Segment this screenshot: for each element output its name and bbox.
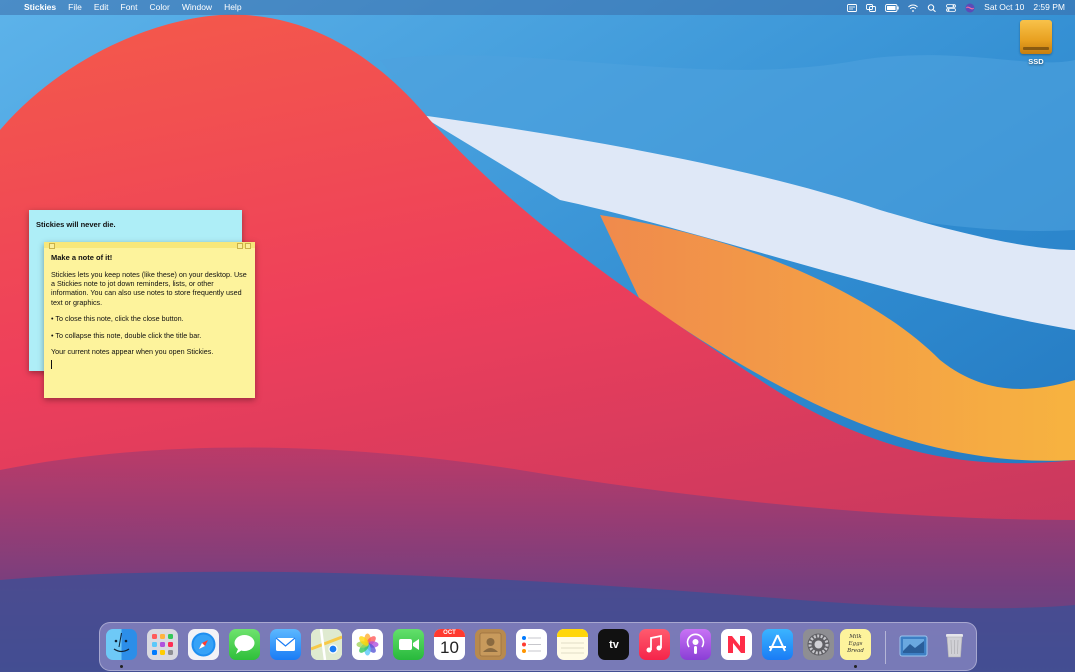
app-menu-stickies[interactable]: Stickies: [18, 0, 62, 15]
input-menu-icon[interactable]: [847, 3, 858, 12]
menu-file[interactable]: File: [62, 0, 88, 15]
downloads-folder-icon[interactable]: [898, 629, 929, 660]
notes-icon[interactable]: [557, 629, 588, 660]
system-preferences-icon[interactable]: [803, 629, 834, 660]
menu-bar-date[interactable]: Sat Oct 10: [984, 0, 1024, 15]
apple-tv-icon[interactable]: tv: [598, 629, 629, 660]
menu-color[interactable]: Color: [144, 0, 176, 15]
screen-mirroring-icon[interactable]: [866, 3, 877, 12]
siri-icon[interactable]: [965, 3, 975, 13]
hard-drive-icon: [1020, 20, 1052, 54]
trash-icon[interactable]: [939, 629, 970, 660]
ssd-drive-desktop-icon[interactable]: SSD: [1014, 20, 1058, 66]
menu-bar-time[interactable]: 2:59 PM: [1033, 0, 1065, 15]
close-button-icon[interactable]: [49, 243, 55, 249]
ssd-label: SSD: [1028, 57, 1044, 66]
maps-icon[interactable]: [311, 629, 342, 660]
sticky-note-title-bar[interactable]: [44, 242, 255, 249]
control-center-icon[interactable]: [946, 3, 957, 12]
facetime-icon[interactable]: [393, 629, 424, 660]
menu-bar-status-area: Sat Oct 10 2:59 PM: [847, 0, 1065, 15]
music-icon[interactable]: [639, 629, 670, 660]
menu-window[interactable]: Window: [176, 0, 218, 15]
stickies-line: Eggs: [848, 641, 863, 647]
running-indicator-finder: [120, 665, 123, 668]
stickies-line: Milk: [849, 634, 862, 640]
stickies-line: Bread: [847, 648, 864, 654]
sticky-note-blue-text[interactable]: Stickies will never die.: [29, 210, 242, 239]
menu-bar: Stickies File Edit Font Color Window Hel…: [0, 0, 1075, 15]
mail-icon[interactable]: [270, 629, 301, 660]
sticky-note-yellow[interactable]: Make a note of it! Stickies lets you kee…: [44, 242, 255, 398]
spotlight-icon[interactable]: [927, 3, 937, 12]
menu-help[interactable]: Help: [218, 0, 247, 15]
note-title: Make a note of it!: [51, 253, 113, 262]
podcasts-icon[interactable]: [680, 629, 711, 660]
photos-icon[interactable]: [352, 629, 383, 660]
running-indicator-stickies: [854, 665, 857, 668]
dock-separator: [885, 631, 886, 664]
battery-icon[interactable]: [885, 3, 899, 12]
text-caret: [51, 360, 52, 370]
collapse-button-icon[interactable]: [245, 243, 251, 249]
app-store-icon[interactable]: [762, 629, 793, 660]
note-bullet-close: • To close this note, click the close bu…: [51, 314, 184, 324]
finder-icon[interactable]: [106, 629, 137, 660]
zoom-button-icon[interactable]: [237, 243, 243, 249]
contacts-icon[interactable]: [475, 629, 506, 660]
calendar-month: OCT: [434, 629, 465, 637]
note-bullet-collapse: • To collapse this note, double click th…: [51, 330, 202, 340]
sticky-note-yellow-text[interactable]: Make a note of it! Stickies lets you kee…: [44, 248, 255, 374]
calendar-day: 10: [440, 638, 459, 657]
menu-edit[interactable]: Edit: [88, 0, 115, 15]
launchpad-icon[interactable]: [147, 629, 178, 660]
news-icon[interactable]: [721, 629, 752, 660]
calendar-icon[interactable]: OCT 10: [434, 629, 465, 660]
safari-icon[interactable]: [188, 629, 219, 660]
wifi-icon[interactable]: [908, 4, 919, 12]
dock: OCT 10 tv Milk Eggs Bread: [99, 622, 977, 671]
note-paragraph-footer: Your current notes appear when you open …: [51, 346, 214, 356]
menu-font[interactable]: Font: [115, 0, 144, 15]
note-paragraph: Stickies lets you keep notes (like these…: [51, 269, 247, 307]
reminders-icon[interactable]: [516, 629, 547, 660]
stickies-icon[interactable]: Milk Eggs Bread: [840, 629, 871, 660]
messages-icon[interactable]: [229, 629, 260, 660]
apple-tv-label: tv: [609, 638, 619, 651]
